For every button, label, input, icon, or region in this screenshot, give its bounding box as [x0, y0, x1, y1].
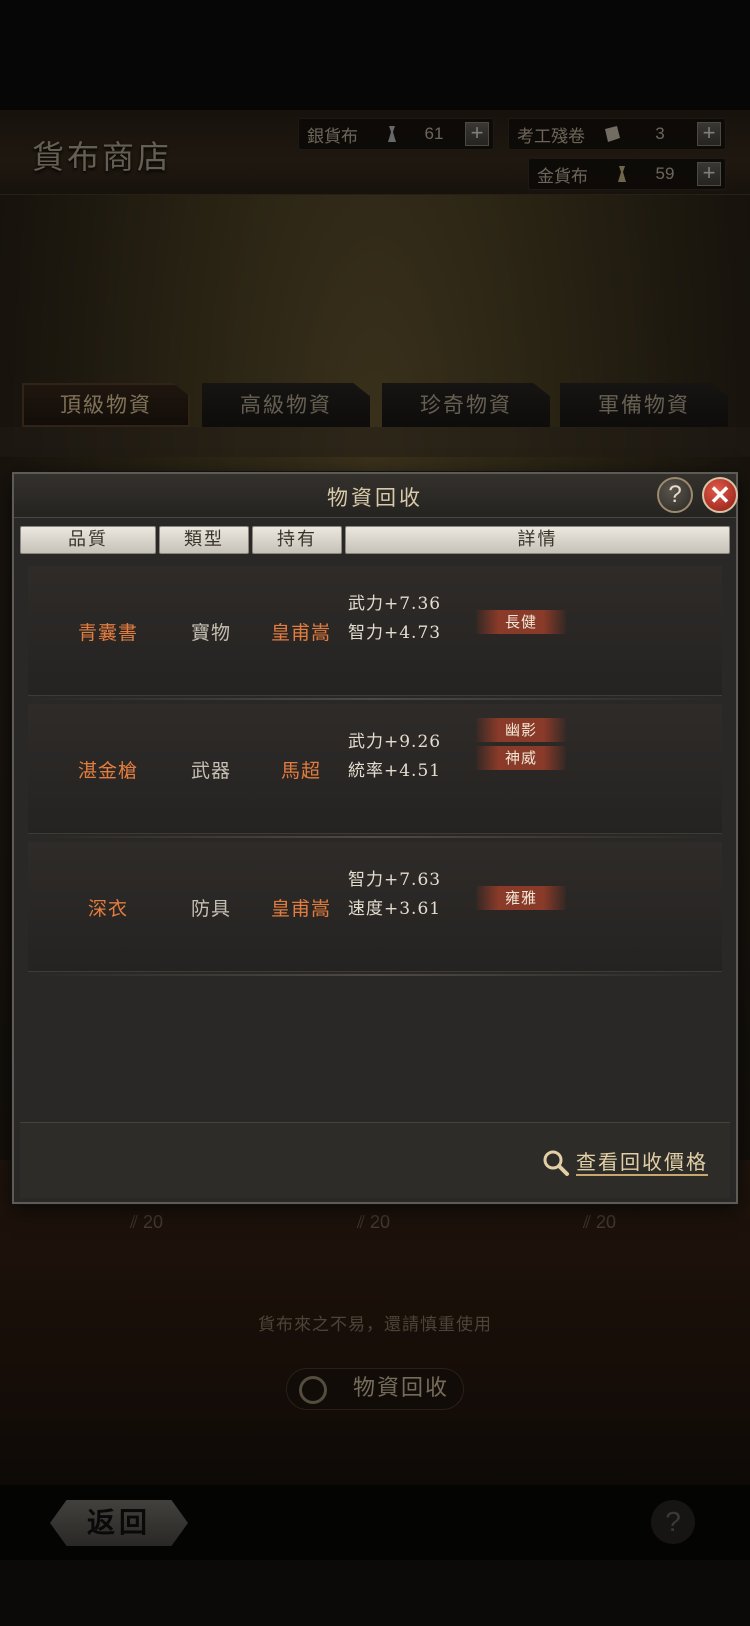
item-name: 青囊書: [77, 622, 138, 644]
table-row[interactable]: 深衣 防具 皇甫嵩 智力+7.63 速度+3.61 雍雅: [28, 842, 722, 972]
magnifier-icon: [543, 1150, 569, 1176]
row-divider: [28, 974, 722, 976]
dialog-footer: 查看回收價格: [20, 1122, 730, 1198]
trait-badge: 幽影: [476, 718, 566, 742]
item-stats: 智力+7.63 速度+3.61: [348, 866, 441, 924]
dialog-help-button[interactable]: ?: [657, 477, 693, 513]
column-header-details: 詳情: [345, 526, 730, 554]
item-stats: 武力+9.26 統率+4.51: [348, 728, 441, 786]
stat-line: 智力+7.63: [348, 870, 442, 890]
item-name: 湛金槍: [77, 760, 138, 782]
table-row[interactable]: 湛金槍 武器 馬超 武力+9.26 統率+4.51 幽影 神威: [28, 704, 722, 834]
stat-line: 智力+4.73: [348, 623, 442, 643]
recycle-dialog: 物資回收 ? ✕ 品質 類型 持有 詳情 青囊書 寶物 皇甫嵩 武力+7.36 …: [12, 472, 738, 1204]
item-name: 深衣: [87, 898, 128, 920]
view-recycle-price-link[interactable]: 查看回收價格: [542, 1149, 708, 1177]
column-header-owner[interactable]: 持有: [252, 526, 342, 554]
item-type: 寶物: [190, 622, 231, 644]
table-row[interactable]: 青囊書 寶物 皇甫嵩 武力+7.36 智力+4.73 長健: [28, 566, 722, 696]
row-divider: [28, 698, 722, 700]
trait-badge: 神威: [476, 746, 566, 770]
item-owner: 皇甫嵩: [270, 898, 331, 920]
trait-badge: 雍雅: [476, 886, 566, 910]
stat-line: 統率+4.51: [348, 761, 442, 781]
item-stats: 武力+7.36 智力+4.73: [348, 590, 441, 648]
dialog-header: 物資回收 ? ✕: [14, 474, 738, 518]
stat-line: 速度+3.61: [348, 899, 442, 919]
close-button[interactable]: ✕: [702, 477, 738, 513]
view-price-label: 查看回收價格: [576, 1150, 708, 1176]
dialog-title: 物資回收: [327, 486, 423, 510]
item-type: 武器: [190, 760, 231, 782]
stat-line: 武力+9.26: [348, 732, 442, 752]
column-header-quality[interactable]: 品質: [20, 526, 156, 554]
item-owner: 皇甫嵩: [270, 622, 331, 644]
item-owner: 馬超: [280, 760, 321, 782]
trait-badge: 長健: [476, 610, 566, 634]
item-type: 防具: [190, 898, 231, 920]
row-divider: [28, 836, 722, 838]
stat-line: 武力+7.36: [348, 594, 442, 614]
column-header-type[interactable]: 類型: [159, 526, 249, 554]
